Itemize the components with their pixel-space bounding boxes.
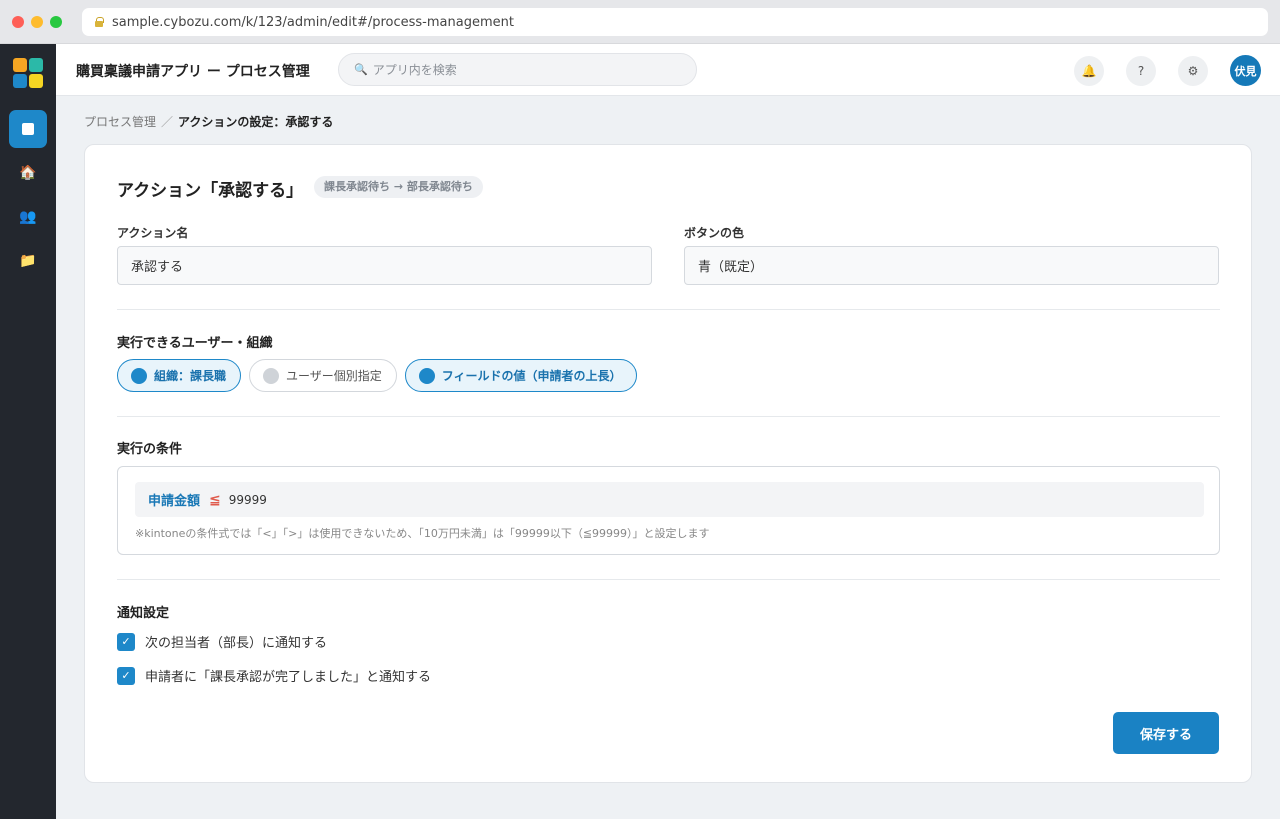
chip-label: 組織：課長職	[154, 369, 227, 383]
app-icon	[22, 123, 34, 135]
logo-cell	[13, 74, 27, 88]
chip-dot	[263, 367, 280, 384]
button-color-label: ボタンの色	[684, 226, 745, 240]
window-maximize-button[interactable]	[50, 16, 62, 28]
condition-box: 申請金額 ≦ 99999 ※kintoneの条件式では「<」「>」は使用できない…	[117, 466, 1220, 555]
sidebar-item-people[interactable]: 👥	[9, 198, 47, 236]
search-input[interactable]	[372, 62, 673, 77]
window-minimize-button[interactable]	[31, 16, 43, 28]
notifications-title: 通知設定	[117, 606, 170, 621]
checkbox-label: 申請者に「課長承認が完了しました」と通知する	[145, 670, 432, 685]
help-icon: ?	[1137, 64, 1145, 78]
kintone-logo-icon[interactable]	[13, 58, 43, 88]
lock-icon	[94, 17, 104, 27]
notify-applicant[interactable]: ✓ 申請者に「課長承認が完了しました」と通知する	[117, 666, 431, 685]
browser-chrome: sample.cybozu.com/k/123/admin/edit#/proc…	[0, 0, 1280, 44]
avatar[interactable]: 伏見	[1230, 55, 1261, 86]
folder-icon: 📁	[19, 253, 37, 269]
executor-chip-user[interactable]: ユーザー個別指定	[249, 359, 397, 392]
help-button[interactable]: ?	[1126, 56, 1156, 86]
page-title: 購買稟議申請アプリ ー プロセス管理	[76, 64, 310, 80]
action-title: アクション「承認する」	[117, 181, 304, 201]
divider	[117, 309, 1220, 310]
breadcrumb: プロセス管理 ／ アクションの設定：承認する	[84, 113, 333, 130]
action-name-input[interactable]	[131, 258, 651, 273]
status-transition-badge: 課長承認待ち → 部長承認待ち	[314, 176, 483, 198]
executors-title: 実行できるユーザー・組織	[117, 336, 273, 351]
executor-chip-organization[interactable]: 組織：課長職	[117, 359, 242, 392]
button-color-select[interactable]: 青（既定）	[684, 246, 1219, 285]
address-bar[interactable]: sample.cybozu.com/k/123/admin/edit#/proc…	[82, 8, 1268, 36]
chip-dot	[418, 367, 435, 384]
save-button[interactable]: 保存する	[1113, 712, 1219, 754]
condition-operator: ≦	[209, 491, 221, 508]
gear-icon: ⚙	[1187, 64, 1199, 78]
divider	[117, 416, 1220, 417]
app-header: 購買稟議申請アプリ ー プロセス管理 🔍 🔔 ? ⚙ 伏見	[56, 44, 1280, 96]
checkbox-label: 次の担当者（部長）に通知する	[145, 636, 328, 651]
condition-title: 実行の条件	[117, 442, 183, 457]
chip-label: ユーザー個別指定	[286, 369, 382, 383]
notify-next-assignee[interactable]: ✓ 次の担当者（部長）に通知する	[117, 632, 327, 651]
checkbox-checked[interactable]: ✓	[117, 632, 135, 651]
users-icon: 👥	[19, 209, 37, 225]
home-icon: 🏠	[19, 165, 37, 181]
breadcrumb-parent[interactable]: プロセス管理	[84, 115, 156, 129]
condition-value: 99999	[228, 492, 267, 507]
breadcrumb-current: アクションの設定：承認する	[178, 115, 334, 129]
search-box[interactable]: 🔍	[338, 53, 697, 86]
logo-cell	[29, 74, 43, 88]
breadcrumb-separator: ／	[161, 115, 174, 129]
divider	[117, 579, 1220, 580]
condition-note: ※kintoneの条件式では「<」「>」は使用できないため、「10万円未満」は「…	[135, 527, 710, 540]
chip-dot	[131, 367, 147, 384]
logo-cell	[13, 58, 27, 72]
notification-button[interactable]: 🔔	[1074, 56, 1104, 86]
sidebar-item-space[interactable]: 📁	[9, 242, 47, 280]
button-color-value: 青（既定）	[698, 260, 764, 275]
url-text: sample.cybozu.com/k/123/admin/edit#/proc…	[112, 14, 514, 30]
condition-field: 申請金額	[148, 494, 201, 509]
sidebar-item-home[interactable]: 🏠	[9, 154, 47, 192]
search-icon: 🔍	[354, 63, 368, 76]
chip-label: フィールドの値（申請者の上長）	[441, 369, 622, 383]
sidebar: 🏠 👥 📁	[0, 44, 56, 819]
action-name-label: アクション名	[117, 226, 189, 240]
settings-button[interactable]: ⚙	[1178, 56, 1208, 86]
action-name-field[interactable]	[117, 246, 652, 285]
bell-icon: 🔔	[1081, 64, 1097, 78]
logo-cell	[29, 58, 43, 72]
action-settings-card: アクション「承認する」 課長承認待ち → 部長承認待ち アクション名 ボタンの色…	[84, 144, 1252, 783]
executor-chip-field-value[interactable]: フィールドの値（申請者の上長）	[404, 359, 637, 392]
condition-row[interactable]: 申請金額 ≦ 99999	[135, 482, 1204, 517]
checkbox-checked[interactable]: ✓	[117, 666, 135, 685]
executor-chips: 組織：課長職 ユーザー個別指定 フィールドの値（申請者の上長）	[117, 359, 637, 392]
window-close-button[interactable]	[12, 16, 24, 28]
sidebar-item-app[interactable]	[9, 110, 47, 148]
